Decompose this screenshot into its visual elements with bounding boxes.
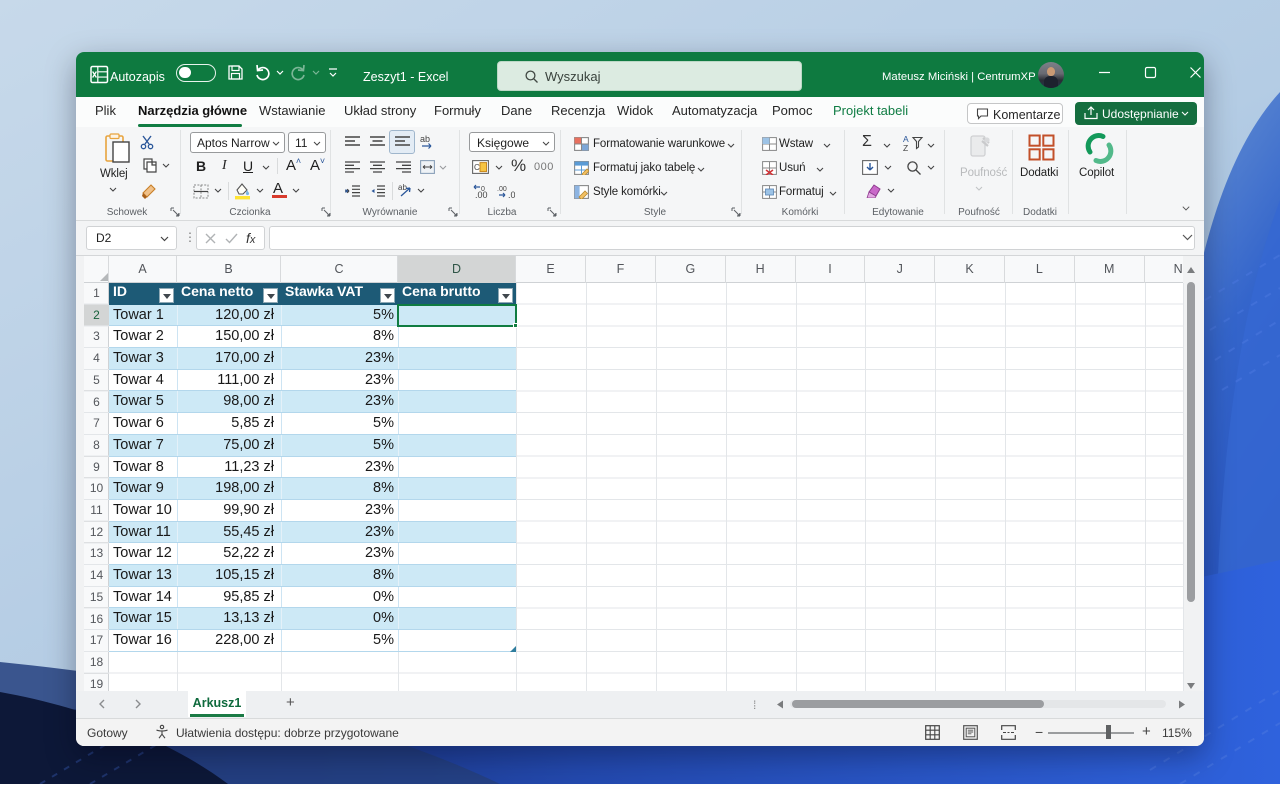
svg-text:ab: ab [398,183,407,192]
svg-text:ab: ab [420,134,430,144]
svg-text:C: C [474,163,480,172]
svg-text:Z: Z [903,143,908,152]
svg-text:.00: .00 [497,186,507,193]
svg-text:.0: .0 [508,190,515,199]
svg-text:0: 0 [481,186,485,193]
